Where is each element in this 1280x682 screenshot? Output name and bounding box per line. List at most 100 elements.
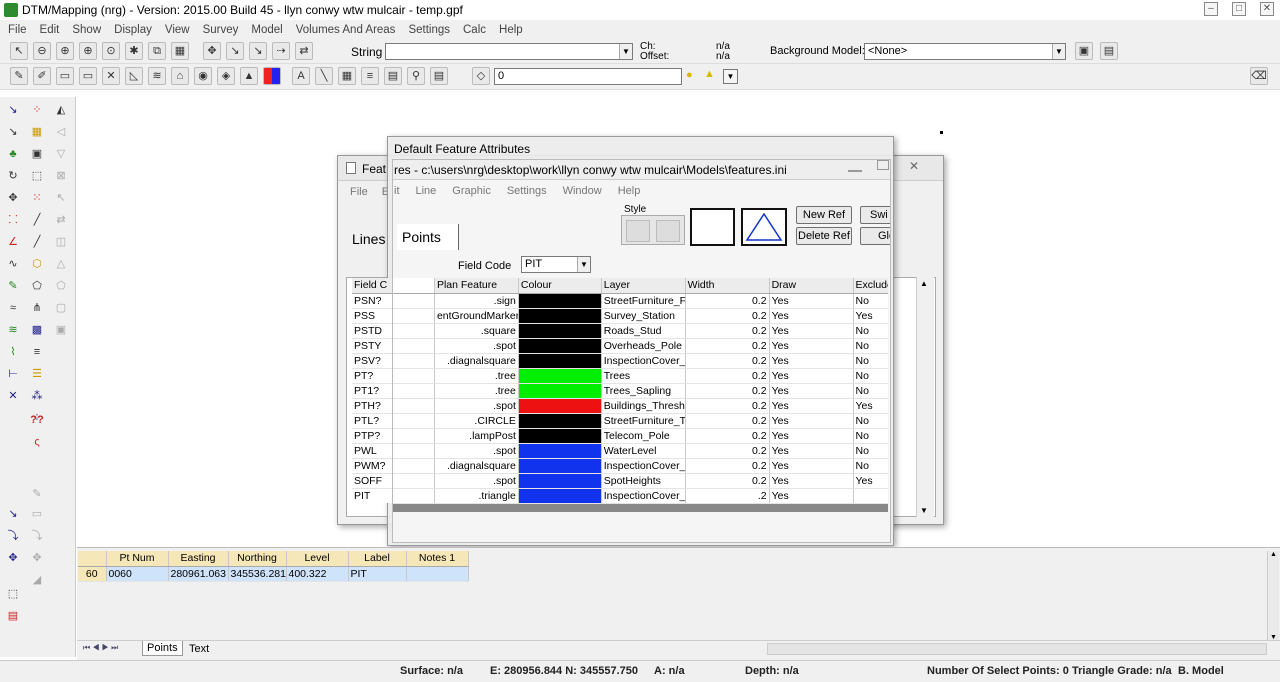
cell-code-visible[interactable]: PT? xyxy=(352,368,392,384)
cell-plan[interactable]: .diagnalsquare xyxy=(434,353,519,369)
cell-width[interactable]: 0.2 xyxy=(685,323,770,339)
menu-display[interactable]: Display xyxy=(114,24,152,36)
intersect-icon[interactable]: ✕ xyxy=(4,387,22,405)
cell-colour[interactable] xyxy=(518,368,602,384)
cell-width[interactable]: 0.2 xyxy=(685,428,770,444)
text-icon[interactable]: A xyxy=(292,67,310,85)
frame-select-icon[interactable]: ⬚ xyxy=(4,585,22,603)
cell-colour[interactable] xyxy=(518,398,602,414)
sheet-tab-points[interactable]: Points xyxy=(142,641,183,656)
cell-plan[interactable]: .sign xyxy=(434,293,519,309)
menu-view[interactable]: View xyxy=(165,24,190,36)
style-book-icon[interactable] xyxy=(656,220,680,242)
col-width[interactable]: Width xyxy=(685,278,770,294)
cell-northing[interactable]: 345536.281 xyxy=(228,566,287,582)
pick-point-icon[interactable]: ↘ xyxy=(4,505,22,523)
string-dropdown-arrow-icon[interactable]: ▼ xyxy=(619,44,632,59)
table-row[interactable]: PSN? xyxy=(352,293,392,309)
pick-string-icon[interactable]: ⇢ xyxy=(272,42,290,60)
maximize-button[interactable]: □ xyxy=(1232,2,1246,16)
dialog-menu-edit[interactable]: it xyxy=(394,185,400,197)
field-code-dropdown-arrow-icon[interactable]: ▼ xyxy=(577,257,590,272)
dialog-menu-settings[interactable]: Settings xyxy=(507,185,547,197)
cell-exclude[interactable]: No xyxy=(853,323,888,339)
layer-stack-icon[interactable]: ◇ xyxy=(472,67,490,85)
menu-settings[interactable]: Settings xyxy=(408,24,450,36)
dialog-menu-window[interactable]: Window xyxy=(563,185,602,197)
rotate-icon[interactable]: ↻ xyxy=(4,167,22,185)
table-row[interactable]: PTH?.spotBuildings_Thresh0.2YesYes xyxy=(393,398,888,414)
cell-draw[interactable]: Yes xyxy=(769,473,854,489)
cell-colour[interactable] xyxy=(518,473,602,489)
map-icon[interactable]: ▩ xyxy=(28,321,46,339)
cell-colour[interactable] xyxy=(518,293,602,309)
cell-code-visible[interactable]: PTH? xyxy=(352,398,392,414)
cell-plan[interactable]: .spot xyxy=(434,338,519,354)
cell-code-visible[interactable]: PSTD xyxy=(352,323,392,339)
sheet-icon[interactable]: ▤ xyxy=(430,67,448,85)
cell-code-visible[interactable]: PSS xyxy=(352,308,392,324)
menu-model[interactable]: Model xyxy=(251,24,282,36)
grid-icon[interactable]: ▦ xyxy=(171,42,189,60)
cell-plan[interactable]: .tree xyxy=(434,368,519,384)
table-row[interactable]: PSV?.diagnalsquareInspectionCover_0.2Yes… xyxy=(393,353,888,369)
table-row[interactable]: PT1? xyxy=(352,383,392,399)
style-point-icon[interactable] xyxy=(626,220,650,242)
edit-line-icon[interactable]: ✎ xyxy=(4,277,22,295)
table-row[interactable]: PT1?.treeTrees_Sapling0.2YesNo xyxy=(393,383,888,399)
col-exclude[interactable]: Exclude from mo xyxy=(853,278,888,294)
cell-easting[interactable]: 280961.063 xyxy=(168,566,229,582)
section-icon[interactable]: ⌇ xyxy=(4,343,22,361)
table-row[interactable]: PIT.triangleInspectionCover_.2Yes xyxy=(393,488,888,504)
cell-exclude[interactable]: No xyxy=(853,383,888,399)
col-field-code-visible[interactable]: Field C xyxy=(352,278,392,294)
table-row[interactable]: PWL.spotWaterLevel0.2YesNo xyxy=(393,443,888,459)
zoom-out-icon[interactable]: ⊖ xyxy=(33,42,51,60)
table-row[interactable]: PTH? xyxy=(352,398,392,414)
cell-plan[interactable]: .square xyxy=(434,323,519,339)
cell-plan[interactable]: .spot xyxy=(434,443,519,459)
house-icon[interactable]: ⌂ xyxy=(171,67,189,85)
cell-layer[interactable]: SpotHeights xyxy=(601,473,686,489)
cell-width[interactable]: 0.2 xyxy=(685,473,770,489)
sheet-tab-text[interactable]: Text xyxy=(185,642,213,656)
profile-icon[interactable]: ≋ xyxy=(4,321,22,339)
dialog-menu-help[interactable]: Help xyxy=(618,185,641,197)
col-easting[interactable]: Easting xyxy=(168,551,229,567)
cell-colour[interactable] xyxy=(518,383,602,399)
cell-layer[interactable]: InspectionCover_ xyxy=(601,353,686,369)
cell-width[interactable]: 0.2 xyxy=(685,353,770,369)
table-row[interactable]: PSTY.spotOverheads_Pole0.2YesNo xyxy=(393,338,888,354)
close-button[interactable]: ✕ xyxy=(1260,2,1274,16)
cell-draw[interactable]: Yes xyxy=(769,308,854,324)
list-yellow-icon[interactable]: ☰ xyxy=(28,365,46,383)
cell-notes1[interactable] xyxy=(406,566,469,582)
cell-exclude[interactable]: No xyxy=(853,428,888,444)
line-add-icon[interactable]: ∠ xyxy=(4,233,22,251)
cell-level[interactable]: 400.322 xyxy=(286,566,349,582)
cell-width[interactable]: .2 xyxy=(685,488,770,504)
scroll-down-icon[interactable]: ▼ xyxy=(920,506,928,515)
curve-icon[interactable]: ∿ xyxy=(4,255,22,273)
cell-plan[interactable]: .CIRCLE xyxy=(434,413,519,429)
new-ref-button[interactable]: New Ref xyxy=(796,206,852,224)
trash-icon[interactable]: ⌫ xyxy=(1250,67,1268,85)
col-level[interactable]: Level xyxy=(286,551,349,567)
features-close-icon[interactable]: ✕ xyxy=(909,159,919,173)
table-row[interactable]: PTL? xyxy=(352,413,392,429)
cell-colour[interactable] xyxy=(518,488,602,504)
cell-draw[interactable]: Yes xyxy=(769,323,854,339)
query-icon[interactable]: ?? xyxy=(28,411,46,429)
pin-icon[interactable]: ⚲ xyxy=(407,67,425,85)
cell-layer[interactable]: Buildings_Thresh xyxy=(601,398,686,414)
string-icon[interactable]: ς xyxy=(28,433,46,451)
dialog-restore-icon[interactable] xyxy=(877,160,889,170)
table-row[interactable]: PT?.treeTrees0.2YesNo xyxy=(393,368,888,384)
cell-plan[interactable]: .triangle xyxy=(434,488,519,504)
menu-help[interactable]: Help xyxy=(499,24,523,36)
cell-width[interactable]: 0.2 xyxy=(685,413,770,429)
polygon-icon[interactable]: ⬠ xyxy=(28,277,46,295)
cell-plan[interactable]: .spot xyxy=(434,398,519,414)
contour-icon[interactable]: ≋ xyxy=(148,67,166,85)
table-row[interactable]: PWL xyxy=(352,443,392,459)
